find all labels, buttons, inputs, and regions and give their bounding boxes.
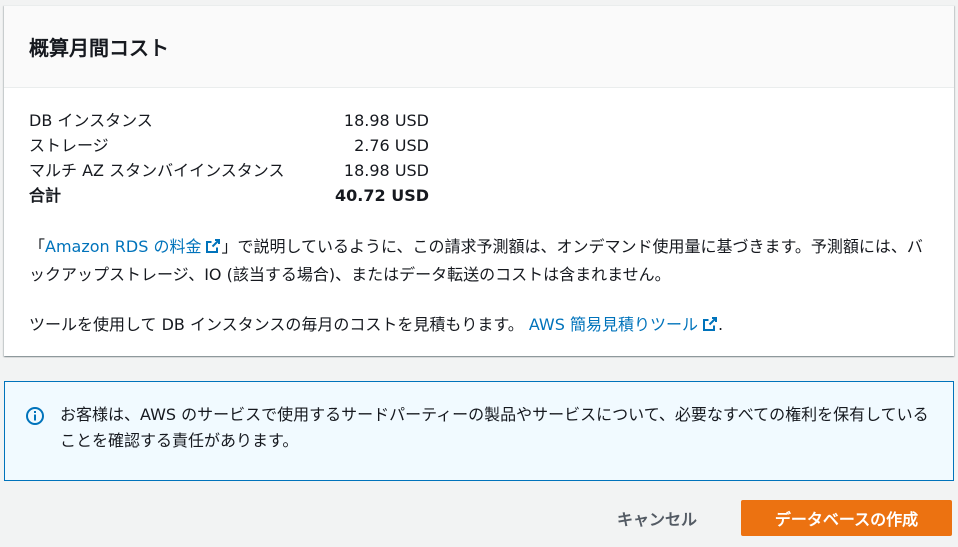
cost-table: DB インスタンス 18.98 USD ストレージ 2.76 USD マルチ A… bbox=[29, 108, 429, 208]
description-prefix: 「 bbox=[29, 237, 46, 256]
create-database-button[interactable]: データベースの作成 bbox=[741, 500, 952, 536]
calculator-text: ツールを使用して DB インスタンスの毎月のコストを見積もります。 bbox=[29, 315, 529, 334]
cancel-button[interactable]: キャンセル bbox=[592, 500, 722, 536]
pricing-description: 「Amazon RDS の料金 」で説明しているように、この請求予測額は、オンデマ… bbox=[29, 234, 929, 288]
rds-pricing-link[interactable]: Amazon RDS の料金 bbox=[45, 237, 221, 256]
aws-calculator-link[interactable]: AWS 簡易見積りツール bbox=[529, 315, 718, 334]
cost-row: ストレージ 2.76 USD bbox=[29, 133, 429, 158]
rds-pricing-link-label: Amazon RDS の料金 bbox=[45, 237, 202, 256]
panel-header: 概算月間コスト bbox=[4, 6, 954, 88]
cost-row-amount: 18.98 USD bbox=[343, 111, 429, 130]
cost-row-label: マルチ AZ スタンバイインスタンス bbox=[29, 161, 285, 180]
cost-total-label: 合計 bbox=[29, 186, 62, 205]
cost-row-amount: 2.76 USD bbox=[354, 136, 429, 155]
estimated-monthly-cost-panel: 概算月間コスト DB インスタンス 18.98 USD ストレージ 2.76 U… bbox=[4, 5, 954, 356]
cost-row: DB インスタンス 18.98 USD bbox=[29, 108, 429, 133]
cost-total-amount: 40.72 USD bbox=[335, 186, 429, 205]
cost-row: マルチ AZ スタンバイインスタンス 18.98 USD bbox=[29, 158, 429, 183]
cost-row-amount: 18.98 USD bbox=[343, 161, 429, 180]
calculator-description: ツールを使用して DB インスタンスの毎月のコストを見積もります。 AWS 簡易… bbox=[29, 312, 929, 340]
cost-row-label: DB インスタンス bbox=[29, 111, 153, 130]
cost-row-label: ストレージ bbox=[29, 136, 109, 155]
panel-body: DB インスタンス 18.98 USD ストレージ 2.76 USD マルチ A… bbox=[4, 88, 954, 340]
alert-message: お客様は、AWS のサービスで使用するサードパーティーの製品やサービスについて、… bbox=[60, 405, 929, 450]
cost-total-row: 合計 40.72 USD bbox=[29, 183, 429, 208]
external-link-icon bbox=[205, 236, 221, 262]
external-link-icon bbox=[702, 314, 718, 340]
third-party-rights-alert: お客様は、AWS のサービスで使用するサードパーティーの製品やサービスについて、… bbox=[4, 381, 954, 481]
calculator-suffix: . bbox=[717, 315, 724, 334]
aws-calculator-link-label: AWS 簡易見積りツール bbox=[528, 315, 698, 334]
page: 概算月間コスト DB インスタンス 18.98 USD ストレージ 2.76 U… bbox=[0, 0, 958, 547]
panel-title: 概算月間コスト bbox=[29, 36, 169, 60]
info-icon bbox=[25, 406, 45, 426]
